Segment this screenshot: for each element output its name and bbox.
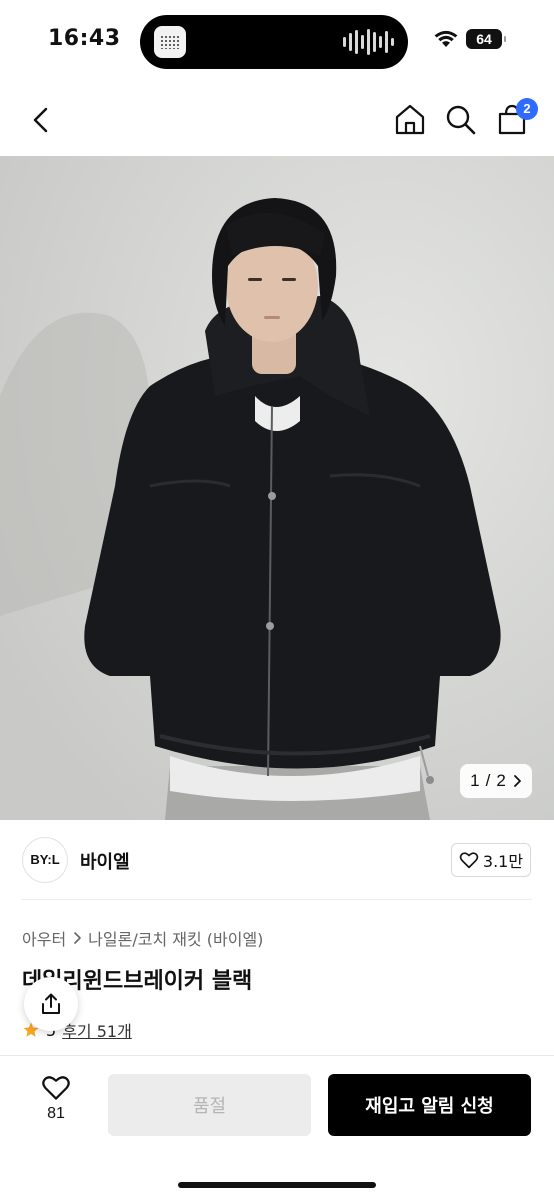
heart-icon xyxy=(459,852,479,869)
home-icon xyxy=(395,104,425,135)
image-total: 2 xyxy=(496,771,506,790)
soldout-button[interactable]: 품절 xyxy=(108,1074,311,1136)
home-indicator[interactable] xyxy=(178,1182,376,1188)
search-button[interactable] xyxy=(443,102,479,138)
bottom-action-bar: 81 품절 재입고 알림 신청 xyxy=(0,1055,554,1200)
status-bar: 16:43 64 xyxy=(0,0,554,84)
image-current: 1 xyxy=(470,771,480,790)
image-pager[interactable]: 1 / 2 xyxy=(460,764,532,798)
image-separator: / xyxy=(485,771,491,790)
wishlist-count: 81 xyxy=(47,1105,65,1122)
breadcrumb-category[interactable]: 아우터 xyxy=(22,926,66,950)
home-button[interactable] xyxy=(392,102,428,138)
product-photo xyxy=(0,156,554,820)
back-chevron-icon xyxy=(33,107,48,133)
brand-name[interactable]: 바이엘 xyxy=(80,848,130,874)
chevron-right-icon xyxy=(74,932,81,944)
top-nav: 2 xyxy=(0,84,554,156)
battery-level: 64 xyxy=(476,31,492,47)
wishlist-button[interactable]: 81 xyxy=(30,1074,82,1134)
brand-logo[interactable]: BY:L xyxy=(22,837,68,883)
share-icon xyxy=(42,993,60,1014)
battery-icon: 64 xyxy=(466,29,506,49)
product-image[interactable] xyxy=(0,156,554,820)
status-time: 16:43 xyxy=(48,26,121,51)
brand-row[interactable]: BY:L 바이엘 3.1만 xyxy=(0,820,554,900)
cart-badge: 2 xyxy=(516,98,538,120)
island-app-icon xyxy=(154,26,186,58)
breadcrumb-subcategory[interactable]: 나일론/코치 재킷 (바이엘) xyxy=(88,926,263,950)
cart-button[interactable]: 2 xyxy=(494,98,538,138)
restock-alert-button[interactable]: 재입고 알림 신청 xyxy=(328,1074,531,1136)
share-button[interactable] xyxy=(24,977,78,1031)
chevron-right-icon xyxy=(513,775,521,787)
brand-like-count: 3.1만 xyxy=(482,852,524,871)
heart-icon xyxy=(42,1076,70,1100)
wifi-icon xyxy=(434,30,458,47)
breadcrumb: 아우터 나일론/코치 재킷 (바이엘) xyxy=(22,926,263,950)
dynamic-island xyxy=(140,15,408,69)
review-link[interactable]: 후기 51개 xyxy=(62,1018,132,1042)
search-icon xyxy=(446,105,476,135)
divider xyxy=(22,899,532,900)
audio-wave-icon xyxy=(343,28,394,56)
brand-like-button[interactable]: 3.1만 xyxy=(451,843,531,877)
back-button[interactable] xyxy=(24,102,60,138)
status-indicators: 64 xyxy=(434,29,506,49)
